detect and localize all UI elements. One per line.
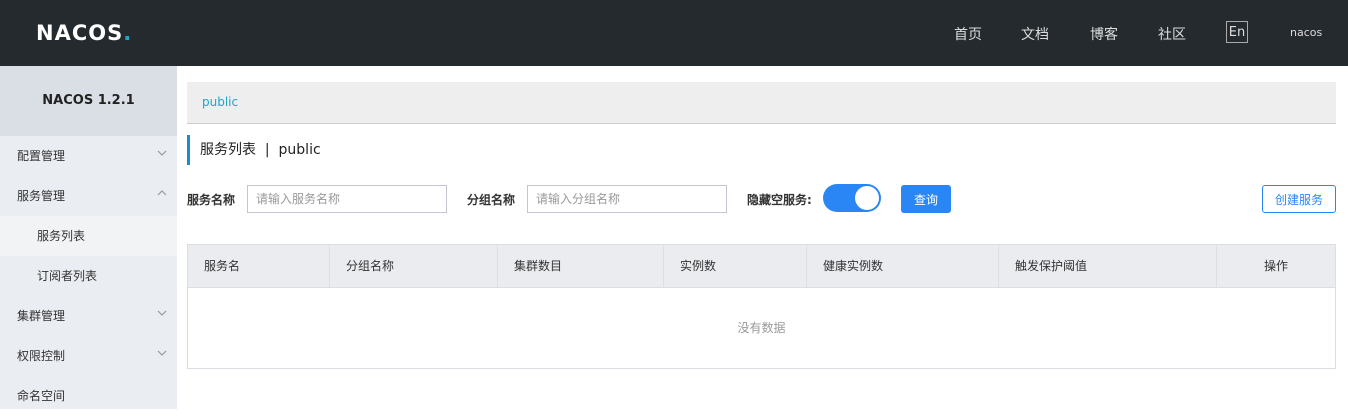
- column-header-group-name[interactable]: 分组名称: [330, 245, 498, 287]
- sidebar-item-cluster-management[interactable]: 集群管理: [0, 296, 177, 336]
- namespace-link-public[interactable]: public: [202, 95, 238, 109]
- sidebar-item-subscriber-list[interactable]: 订阅者列表: [0, 256, 177, 296]
- top-navbar: NACOS. 首页 文档 博客 社区 En nacos: [0, 0, 1348, 66]
- column-header-protect-threshold[interactable]: 触发保护阈值: [999, 245, 1217, 287]
- page-title-namespace: public: [278, 142, 321, 158]
- chevron-down-icon: [157, 136, 167, 176]
- main-content: public 服务列表 | public 服务名称 分组名称 隐藏空服务: 查询…: [177, 66, 1348, 409]
- nav-blog[interactable]: 博客: [1090, 24, 1118, 44]
- service-table: 服务名 分组名称 集群数目 实例数 健康实例数 触发保护阈值 操作 没有数据: [187, 244, 1336, 369]
- column-header-healthy-instance-count[interactable]: 健康实例数: [807, 245, 999, 287]
- sidebar-item-service-list[interactable]: 服务列表: [0, 216, 177, 256]
- nav-home[interactable]: 首页: [954, 24, 982, 44]
- group-name-label: 分组名称: [467, 193, 516, 207]
- sidebar-item-config-management[interactable]: 配置管理: [0, 136, 177, 176]
- page-title-separator: |: [264, 142, 270, 158]
- toggle-knob: [855, 186, 879, 210]
- page-title-text: 服务列表: [200, 142, 256, 158]
- column-header-service-name[interactable]: 服务名: [188, 245, 330, 287]
- language-switch-button[interactable]: En: [1226, 21, 1248, 43]
- create-service-button[interactable]: 创建服务: [1262, 185, 1336, 213]
- sidebar-item-label: 命名空间: [17, 389, 66, 403]
- nav-docs[interactable]: 文档: [1021, 24, 1049, 44]
- table-header: 服务名 分组名称 集群数目 实例数 健康实例数 触发保护阈值 操作: [188, 245, 1335, 288]
- user-menu[interactable]: nacos: [1290, 26, 1322, 39]
- sidebar-item-service-management[interactable]: 服务管理: [0, 176, 177, 216]
- column-header-actions: 操作: [1263, 259, 1288, 273]
- sidebar-item-label: 配置管理: [17, 149, 66, 163]
- service-name-label: 服务名称: [187, 193, 236, 207]
- chevron-down-icon: [157, 296, 167, 336]
- sidebar-item-label: 服务管理: [17, 189, 66, 203]
- nacos-logo[interactable]: NACOS.: [36, 21, 132, 45]
- namespace-breadcrumb: public: [187, 82, 1336, 124]
- nav-community[interactable]: 社区: [1158, 24, 1186, 44]
- hide-empty-services-label: 隐藏空服务:: [747, 193, 812, 207]
- sidebar-item-access-control[interactable]: 权限控制: [0, 336, 177, 376]
- sidebar-item-label: 订阅者列表: [37, 269, 98, 283]
- query-button[interactable]: 查询: [901, 185, 951, 213]
- sidebar-title: NACOS 1.2.1: [0, 66, 177, 136]
- sidebar-item-label: 权限控制: [17, 349, 66, 363]
- column-header-cluster-count[interactable]: 集群数目: [498, 245, 664, 287]
- sidebar-item-label: 集群管理: [17, 309, 66, 323]
- service-name-input[interactable]: [247, 185, 447, 213]
- column-header-instance-count[interactable]: 实例数: [664, 245, 807, 287]
- page-title: 服务列表 | public: [187, 135, 321, 165]
- table-empty-message: 没有数据: [737, 321, 786, 335]
- sidebar: NACOS 1.2.1 配置管理 服务管理 服务列表 订阅者列表 集群管理 权限…: [0, 66, 177, 409]
- sidebar-item-label: 服务列表: [37, 229, 86, 243]
- hide-empty-services-toggle[interactable]: [823, 184, 881, 212]
- group-name-input[interactable]: [527, 185, 727, 213]
- chevron-down-icon: [157, 336, 167, 376]
- chevron-up-icon: [157, 176, 167, 216]
- sidebar-item-namespace[interactable]: 命名空间: [0, 376, 177, 416]
